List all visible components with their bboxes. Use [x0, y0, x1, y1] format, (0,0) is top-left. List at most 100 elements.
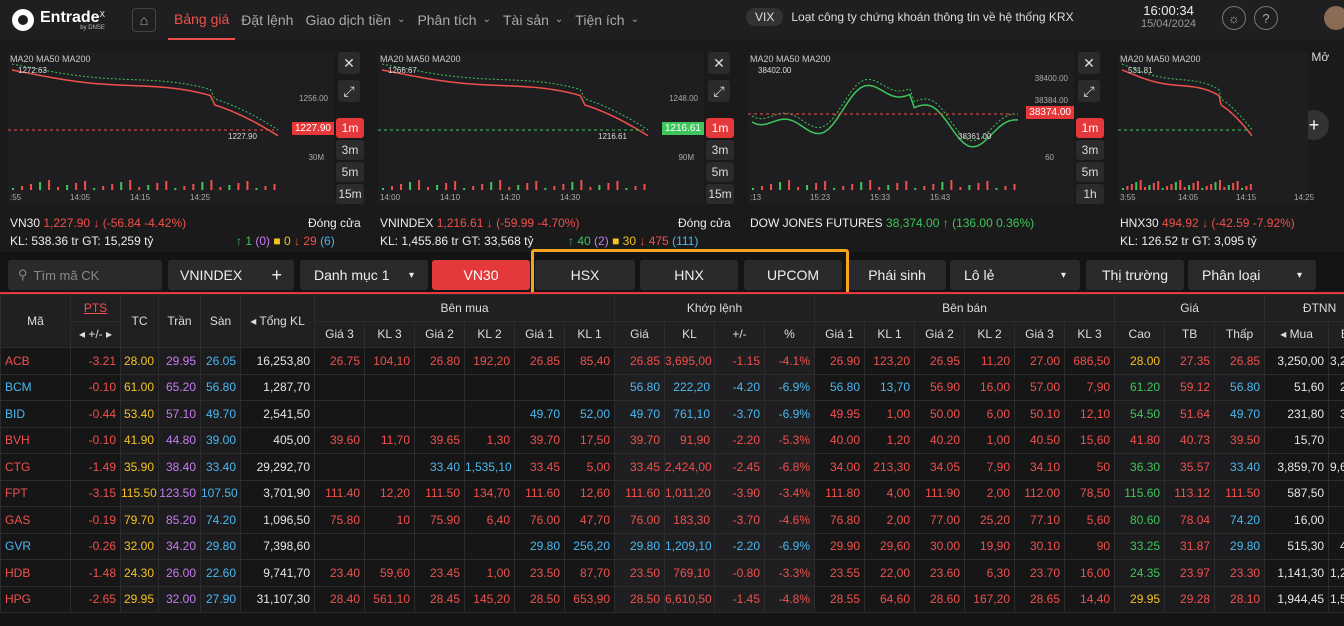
expand-icon[interactable]: ⤢ [338, 80, 360, 102]
col-ask3[interactable]: Giá 3 [1014, 320, 1065, 348]
mini-chart-1[interactable]: MA20 MA50 MA200 1266.67 1216.61 1216.61 1248… [378, 52, 704, 204]
timeframe-button[interactable]: 5m [706, 162, 734, 182]
table-row[interactable]: BCM -0.10 61.00 65.20 56.80 1,287,70 56.80 222,… [0, 373, 1344, 401]
symbol-cell[interactable]: BVH [0, 426, 71, 454]
timeframe-button[interactable]: 1m [706, 118, 734, 138]
timeframe-button[interactable]: 1m [336, 118, 364, 138]
home-icon[interactable]: ⌂ [132, 8, 156, 32]
col-match-pct[interactable]: % [764, 320, 815, 348]
symbol-cell[interactable]: HPG [0, 585, 71, 613]
arrow-up-icon: ↑ [236, 234, 246, 248]
table-row[interactable]: ACB -3.21 28.00 29.95 26.05 16,253,80 26.75 104… [0, 347, 1344, 375]
brand-logo[interactable]: EntradeX by DNSE [0, 9, 132, 31]
col-bidvol1[interactable]: KL 1 [564, 320, 615, 348]
symbol-search[interactable]: ⚲ Tìm mã CK [8, 260, 162, 290]
symbol-cell[interactable]: BID [0, 400, 71, 428]
timeframe-button[interactable]: 5m [1076, 162, 1104, 182]
tab-7[interactable]: Phân loại ▾ [1188, 260, 1316, 290]
col-low[interactable]: Thấp [1214, 320, 1266, 348]
table-row[interactable]: BID -0.44 53.40 57.10 49.70 2,541,50 49.70 52,0… [0, 400, 1344, 428]
tab-4[interactable]: Phái sinh [848, 260, 946, 290]
col-symbol[interactable]: Mã [0, 294, 71, 348]
avatar[interactable] [1324, 6, 1344, 30]
symbol-cell[interactable]: GVR [0, 532, 71, 560]
watchlist-dropdown[interactable]: Danh mục 1 ▾ [300, 260, 428, 290]
col-askvol3[interactable]: KL 3 [1063, 320, 1116, 348]
nav-item-4[interactable]: Tài sản ⌄ [497, 0, 569, 40]
col-bidvol2[interactable]: KL 2 [464, 320, 515, 348]
symbol-cell[interactable]: BCM [0, 373, 71, 401]
table-row[interactable]: HPG -2.65 29.95 32.00 27.90 31,107,30 28.40 561… [0, 585, 1344, 613]
timeframe-button[interactable]: 3m [336, 140, 364, 160]
symbol-cell[interactable]: GAS [0, 506, 71, 534]
col-foreign-sell[interactable]: Bán [1328, 320, 1344, 348]
symbol-cell[interactable]: ACB [0, 347, 71, 375]
col-high[interactable]: Cao [1114, 320, 1166, 348]
symbol-cell[interactable]: HDB [0, 559, 71, 587]
timeframe-button[interactable]: 3m [706, 140, 734, 160]
timeframe-button[interactable]: 3m [1076, 140, 1104, 160]
table-cell: 16,00 [1264, 506, 1330, 534]
col-ceil[interactable]: Trần [158, 294, 201, 348]
col-pts-change[interactable]: ◂ +/- ▸ [70, 320, 121, 348]
tab-0[interactable]: VN30 [432, 260, 530, 290]
col-askvol2[interactable]: KL 2 [964, 320, 1015, 348]
col-ref[interactable]: TC [120, 294, 159, 348]
tab-5[interactable]: Lô lẻ ▾ [950, 260, 1080, 290]
table-row[interactable]: FPT -3.15 115.50 123.50 107.50 3,701,90 111.40… [0, 479, 1344, 507]
mini-chart-2[interactable]: MA20 MA50 MA200 38402.00 38361.00 38374.00 3… [748, 52, 1074, 204]
col-bid1[interactable]: Giá 1 [514, 320, 565, 348]
col-bidvol3[interactable]: KL 3 [364, 320, 415, 348]
nav-item-1[interactable]: Đặt lệnh [235, 0, 299, 40]
symbol-cell[interactable]: FPT [0, 479, 71, 507]
table-row[interactable]: BVH -0.10 41.90 44.80 39.00 405,00 39.60 11,70 3… [0, 426, 1344, 454]
table-row[interactable]: HDB -1.48 24.30 26.00 22.60 9,741,70 23.40 59,6… [0, 559, 1344, 587]
news-ticker[interactable]: VIX Loạt công ty chứng khoán thông tin v… [746, 8, 1074, 26]
col-match-vol[interactable]: KL [664, 320, 715, 348]
table-row[interactable]: GAS -0.19 79.70 85.20 74.20 1,096,50 75.80 10 75… [0, 506, 1344, 534]
col-ask2[interactable]: Giá 2 [914, 320, 965, 348]
col-bid2[interactable]: Giá 2 [414, 320, 465, 348]
expand-icon[interactable]: ⤢ [708, 80, 730, 102]
timeframe-button[interactable]: 1m [1076, 118, 1104, 138]
col-askvol1[interactable]: KL 1 [864, 320, 915, 348]
timeframe-button[interactable]: 15m [336, 184, 364, 204]
expand-icon[interactable]: ⤢ [1078, 80, 1100, 102]
timeframe-button[interactable]: 1h [1076, 184, 1104, 204]
nav-item-5[interactable]: Tiện ích ⌄ [569, 0, 645, 40]
tab-6[interactable]: Thị trường [1086, 260, 1184, 290]
nav-item-2[interactable]: Giao dịch tiền ⌄ [299, 0, 411, 40]
breadth-up: 40 [577, 234, 591, 248]
mini-chart-3[interactable]: MA20 MA50 MA200 531.81 3:55 14:05 14:15 14:25 [1118, 52, 1314, 204]
table-cell: 1,00 [464, 559, 515, 587]
col-floor[interactable]: Sàn [200, 294, 241, 348]
table-row[interactable]: GVR -0.26 32.00 34.20 29.80 7,398,60 29.80 256,… [0, 532, 1344, 560]
table-cell [514, 373, 565, 401]
symbol-cell[interactable]: CTG [0, 453, 71, 481]
volume-axis-label: 30M [308, 153, 324, 162]
table-cell: 33.40 [200, 453, 241, 481]
col-ask1[interactable]: Giá 1 [814, 320, 865, 348]
theme-toggle-icon[interactable]: ☼ [1222, 6, 1246, 30]
index-selector[interactable]: VNINDEX + [168, 260, 294, 290]
table-cell: 123.50 [158, 479, 201, 507]
nav-item-0[interactable]: Bảng giá [168, 0, 236, 40]
col-avg[interactable]: TB [1164, 320, 1216, 348]
col-match-change[interactable]: +/- [714, 320, 765, 348]
col-bid3[interactable]: Giá 3 [314, 320, 365, 348]
col-foreign-buy[interactable]: ◂ Mua [1264, 320, 1330, 348]
nav-item-label: Bảng giá [174, 11, 230, 27]
close-icon[interactable]: ✕ [1078, 52, 1100, 74]
close-icon[interactable]: ✕ [338, 52, 360, 74]
timeframe-button[interactable]: 5m [336, 162, 364, 182]
col-match-price[interactable]: Giá [614, 320, 665, 348]
nav-item-3[interactable]: Phân tích ⌄ [411, 0, 497, 40]
mini-chart-0[interactable]: MA20 MA50 MA200 1272.63 1227.90 1227.90 1256… [8, 52, 334, 204]
col-total-vol[interactable]: ◂ Tổng KL [240, 294, 315, 348]
nav-item-label: Giao dịch tiền [305, 12, 392, 28]
close-icon[interactable]: ✕ [708, 52, 730, 74]
help-icon[interactable]: ? [1254, 6, 1278, 30]
table-row[interactable]: CTG -1.49 35.90 38.40 33.40 29,292,70 33.40 1,5… [0, 453, 1344, 481]
timeframe-button[interactable]: 15m [706, 184, 734, 204]
col-pts[interactable]: PTS [70, 294, 121, 322]
